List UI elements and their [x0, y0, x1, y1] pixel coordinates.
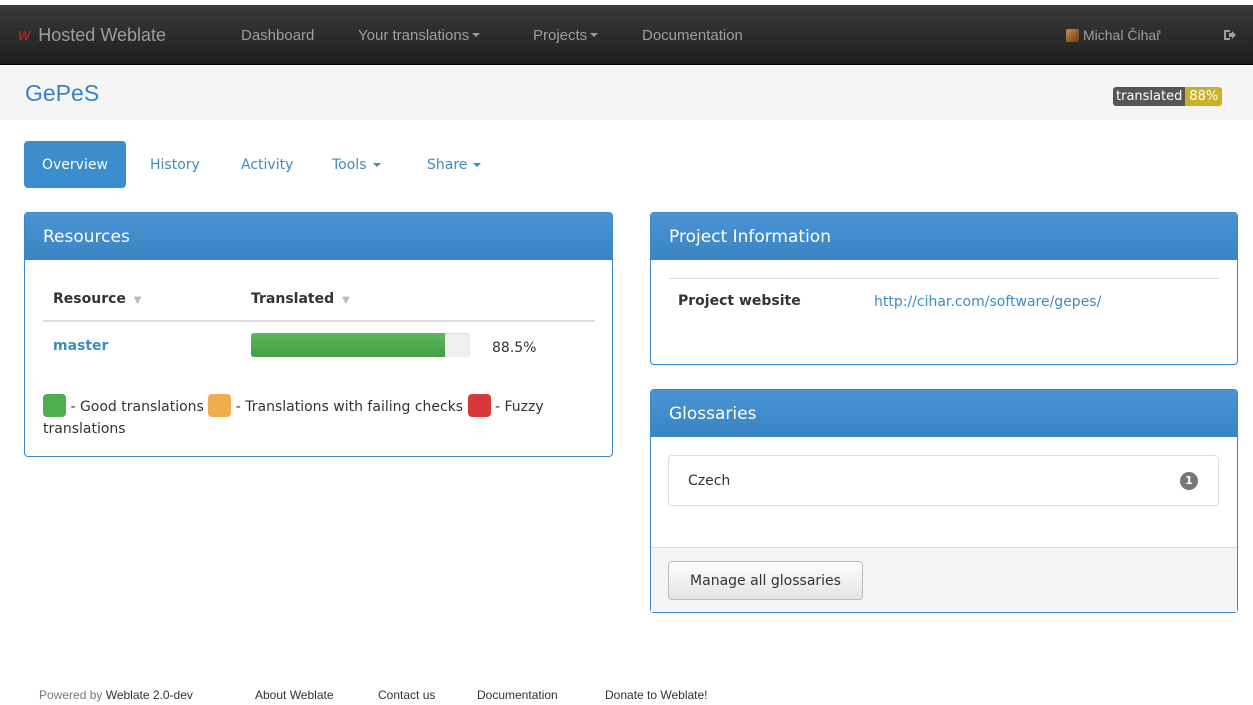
sort-icon: ▼: [133, 295, 142, 306]
powered-by: Powered by Weblate 2.0-dev: [39, 688, 193, 702]
powered-name[interactable]: Weblate 2.0-dev: [106, 688, 193, 702]
column-header-resource[interactable]: Resource ▼: [53, 291, 141, 307]
glossary-name: Czech: [688, 473, 731, 489]
nav-documentation-label: Documentation: [642, 26, 743, 44]
tab-history-label: History: [150, 156, 200, 173]
glossaries-heading: Glossaries: [651, 390, 1237, 437]
caret-down-icon: [472, 33, 481, 37]
legend-failing: - Translations with failing checks: [235, 399, 464, 415]
status-badge[interactable]: translated 88%: [1113, 87, 1223, 106]
project-website-label: Project website: [678, 293, 801, 309]
tab-overview[interactable]: Overview: [24, 141, 126, 188]
legend: - Good translations - Translations with …: [43, 394, 603, 440]
tab-overview-label: Overview: [42, 156, 108, 173]
weblate-logo-icon: W: [18, 27, 31, 43]
brand[interactable]: W Hosted Weblate: [18, 5, 166, 65]
column-header-translated-label: Translated: [251, 291, 335, 307]
badge-label: translated: [1113, 87, 1186, 106]
footer-link-documentation[interactable]: Documentation: [477, 688, 558, 702]
translated-percent: 88.5%: [492, 340, 537, 356]
brand-name: Hosted Weblate: [38, 24, 167, 45]
glossary-count-badge: 1: [1180, 472, 1198, 490]
caret-down-icon: [473, 162, 482, 167]
tab-activity[interactable]: Activity: [241, 141, 293, 188]
footer-link-donate[interactable]: Donate to Weblate!: [605, 688, 708, 702]
legend-good: - Good translations: [70, 399, 204, 415]
project-website-link[interactable]: http://cihar.com/software/gepes/: [874, 294, 1101, 310]
caret-down-icon: [372, 162, 381, 167]
user-name: Michal Čihař: [1083, 27, 1161, 43]
project-info-heading: Project Information: [651, 213, 1237, 260]
nav-dashboard-label: Dashboard: [241, 26, 315, 44]
nav-documentation[interactable]: Documentation: [642, 5, 743, 65]
page-title[interactable]: GePeS: [25, 80, 99, 107]
logout-button[interactable]: [1222, 5, 1236, 65]
column-header-translated[interactable]: Translated ▼: [251, 291, 350, 307]
top-navbar: W Hosted Weblate Dashboard Your translat…: [0, 5, 1253, 65]
caret-down-icon: [590, 33, 599, 37]
user-menu[interactable]: Michal Čihař: [1066, 5, 1161, 65]
tab-share[interactable]: Share: [427, 141, 482, 188]
list-item[interactable]: Czech 1: [668, 455, 1219, 506]
resources-heading: Resources: [25, 213, 612, 260]
project-info-panel: Project Information: [650, 212, 1238, 365]
nav-projects-label: Projects: [533, 26, 588, 44]
nav-your-translations[interactable]: Your translations: [358, 5, 481, 65]
logout-icon: [1224, 30, 1236, 40]
powered-prefix: Powered by: [39, 688, 103, 702]
nav-your-translations-label: Your translations: [358, 26, 470, 44]
badge-value: 88%: [1185, 87, 1223, 106]
nav-projects[interactable]: Projects: [533, 5, 599, 65]
footer-link-contact[interactable]: Contact us: [378, 688, 435, 702]
tab-tools[interactable]: Tools: [332, 141, 381, 188]
tab-tools-label: Tools: [332, 156, 367, 173]
progress-bar-good: [251, 333, 445, 357]
tab-share-label: Share: [427, 156, 468, 173]
swatch-fuzzy: [467, 394, 491, 417]
project-header: [0, 66, 1253, 120]
manage-glossaries-button[interactable]: Manage all glossaries: [668, 561, 863, 600]
tab-activity-label: Activity: [241, 156, 294, 173]
swatch-failing: [208, 394, 232, 417]
avatar: [1066, 28, 1079, 42]
info-divider: [669, 278, 1220, 279]
nav-dashboard[interactable]: Dashboard: [241, 5, 314, 65]
column-header-resource-label: Resource: [53, 291, 126, 307]
resource-link-master[interactable]: master: [53, 338, 108, 354]
translation-progress: [251, 333, 470, 357]
tab-history[interactable]: History: [150, 141, 200, 188]
footer-link-about[interactable]: About Weblate: [255, 688, 334, 702]
swatch-good: [43, 394, 66, 417]
table-divider: [43, 320, 595, 322]
sort-icon: ▼: [342, 295, 350, 306]
